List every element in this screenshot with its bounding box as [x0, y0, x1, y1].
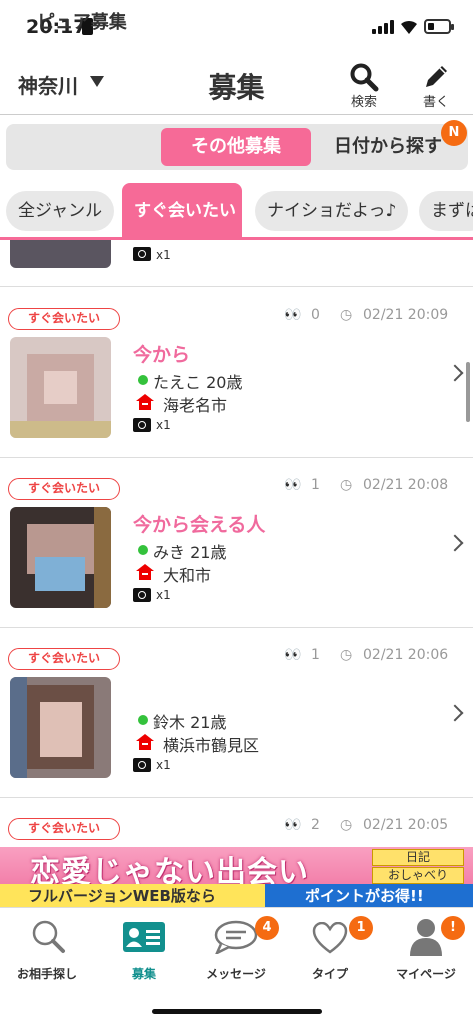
banner-web-text: フルバージョンWEB版なら: [28, 887, 216, 905]
home-icon: [136, 564, 154, 580]
segment-other[interactable]: その他募集: [161, 128, 311, 166]
clock-icon: ◷: [340, 477, 353, 493]
genre-tag: すぐ会いたい: [8, 648, 120, 670]
page-title: 募集: [208, 71, 265, 104]
genre-chip-meet-now[interactable]: すぐ会いたい: [122, 183, 242, 238]
tab-label: 募集: [131, 967, 156, 981]
genre-chip-first[interactable]: まずは: [419, 191, 473, 231]
tab-recruit[interactable]: 募集: [97, 912, 191, 982]
tab-find-partner[interactable]: お相手探し: [0, 912, 94, 982]
my-page-badge: !: [441, 916, 465, 940]
clock-icon: ◷: [340, 647, 353, 663]
post-photo[interactable]: [10, 507, 111, 608]
tab-label: マイページ: [396, 967, 456, 981]
promo-banner[interactable]: 恋愛じゃない出会い 日記 おしゃべり フルバージョンWEB版なら ポイントがお得…: [0, 847, 473, 907]
segment-by-date[interactable]: 日付から探す: [318, 128, 458, 166]
clock-icon: ◷: [340, 817, 353, 833]
post-title: 今から会える人: [133, 514, 266, 536]
genre-tag: すぐ会いたい: [8, 818, 120, 840]
header-divider: [0, 114, 473, 115]
banner-points-text: ポイントがお得!!: [305, 887, 424, 905]
banner-diary-label: 日記: [372, 849, 464, 866]
post-photo[interactable]: [10, 240, 111, 268]
search-button[interactable]: 検索: [339, 60, 389, 110]
views-icon: 👀: [284, 817, 302, 833]
write-label: 書く: [422, 95, 449, 110]
user-city: 横浜市鶴見区: [163, 736, 260, 755]
search-icon: [350, 63, 379, 92]
tab-label: お相手探し: [16, 967, 77, 981]
tab-bar: お相手探し 募集 メッセージ 4 タイプ 1 マイページ !: [0, 907, 473, 1024]
user-city: 大和市: [163, 566, 212, 585]
user-name-age: みき 21歳: [153, 543, 227, 562]
views-icon: 👀: [284, 307, 302, 323]
post-card[interactable]: すぐ会いたい 👀 0 ◷ 02/21 20:09 今から たえこ 20歳 海老名…: [0, 287, 473, 457]
scrollbar[interactable]: [466, 362, 470, 422]
photo-count: x1: [156, 588, 171, 602]
user-city: 海老名市: [163, 396, 228, 415]
post-card[interactable]: すぐ会いたい 👀 1 ◷ 02/21 20:06 鈴木 21歳 横浜市鶴見区 x…: [0, 627, 473, 797]
profile-card-icon: [123, 922, 165, 952]
message-badge: 4: [255, 916, 279, 940]
camera-icon: [133, 758, 151, 772]
tab-label: メッセージ: [206, 967, 266, 981]
genre-chip-all[interactable]: 全ジャンル: [6, 191, 115, 231]
online-indicator: [138, 715, 148, 725]
online-indicator: [138, 545, 148, 555]
genre-chip-secret[interactable]: ナイショだよっ♪: [255, 191, 409, 231]
post-photo[interactable]: [10, 677, 111, 778]
type-badge: 1: [349, 916, 373, 940]
views-icon: 👀: [284, 647, 302, 663]
post-title: 今から: [133, 344, 191, 366]
camera-icon: [133, 247, 151, 261]
camera-icon: [133, 418, 151, 432]
chevron-right-icon[interactable]: [446, 704, 464, 722]
photo-count: x1: [156, 758, 171, 772]
view-count: 2: [311, 817, 320, 833]
view-count: 1: [311, 477, 320, 493]
clock-icon: ◷: [340, 307, 353, 323]
wifi-icon: [401, 20, 417, 34]
post-photo[interactable]: [10, 337, 111, 438]
genre-tag: すぐ会いたい: [8, 308, 120, 330]
post-card[interactable]: すぐ会いたい 👀 1 ◷ 02/21 20:08 今から会える人 みき 21歳 …: [0, 457, 473, 627]
banner-chat-label: おしゃべり: [372, 867, 464, 884]
home-icon: [136, 394, 154, 410]
home-indicator: [152, 1009, 322, 1014]
camera-icon: [133, 588, 151, 602]
chevron-right-icon[interactable]: [446, 534, 464, 552]
chevron-right-icon[interactable]: [446, 364, 464, 382]
views-icon: 👀: [284, 477, 302, 493]
new-badge: N: [441, 120, 467, 146]
user-name-age: たえこ 20歳: [153, 373, 243, 392]
photo-count: x1: [156, 418, 171, 432]
genre-tag: すぐ会いたい: [8, 478, 120, 500]
heart-icon: [312, 922, 348, 954]
chat-bubble-icon: [214, 920, 258, 954]
post-datetime: 02/21 20:08: [363, 477, 449, 493]
tab-label: タイプ: [311, 967, 348, 981]
search-label: 検索: [350, 95, 377, 110]
pencil-icon: [426, 66, 447, 87]
person-icon: [410, 919, 442, 956]
post-datetime: 02/21 20:09: [363, 307, 449, 323]
signal-icon: [372, 20, 394, 34]
user-name-age: 鈴木 21歳: [153, 713, 227, 732]
view-count: 0: [311, 307, 320, 323]
post-datetime: 02/21 20:05: [363, 817, 449, 833]
post-card[interactable]: すぐ会いたい 👀 2 ◷ 02/21 20:05: [0, 797, 473, 847]
segment-pure[interactable]: ピュア募集: [12, 4, 152, 42]
battery-icon: [424, 19, 454, 34]
view-count: 1: [311, 647, 320, 663]
online-indicator: [138, 375, 148, 385]
photo-count: x1: [156, 248, 171, 262]
home-icon: [136, 734, 154, 750]
post-datetime: 02/21 20:06: [363, 647, 449, 663]
write-button[interactable]: 書く: [411, 60, 461, 110]
magnifier-icon: [32, 920, 65, 953]
